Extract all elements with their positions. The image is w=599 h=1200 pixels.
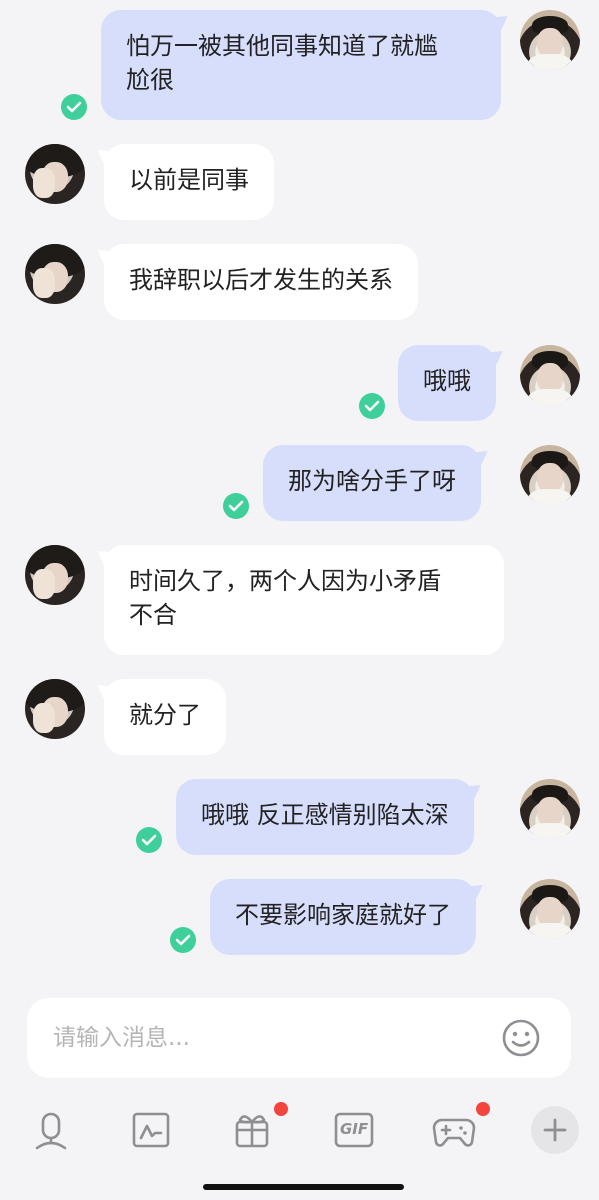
read-check-icon	[136, 827, 162, 853]
message-bubble[interactable]: 我辞职以后才发生的关系	[104, 244, 418, 320]
read-check-icon	[61, 94, 87, 120]
message-row: 我辞职以后才发生的关系	[0, 244, 599, 320]
gif-label: GIF	[340, 1120, 369, 1138]
gift-icon[interactable]	[230, 1102, 288, 1152]
microphone-icon[interactable]	[29, 1108, 73, 1152]
message-row: 哦哦	[0, 345, 599, 421]
message-input[interactable]	[53, 1018, 493, 1058]
gamepad-icon[interactable]	[432, 1102, 490, 1152]
message-row: 以前是同事	[0, 144, 599, 220]
read-check-icon	[223, 493, 249, 519]
message-row: 哦哦 反正感情别陷太深	[0, 779, 599, 855]
contact-avatar[interactable]	[25, 244, 85, 304]
contact-avatar[interactable]	[25, 545, 85, 605]
emoji-icon[interactable]	[501, 1018, 541, 1058]
message-bubble[interactable]: 不要影响家庭就好了	[210, 879, 476, 955]
message-bubble[interactable]: 时间久了，两个人因为小矛盾 不合	[104, 545, 504, 655]
message-row: 就分了	[0, 679, 599, 755]
image-icon[interactable]	[129, 1108, 173, 1152]
message-bubble[interactable]: 那为啥分手了呀	[263, 445, 481, 521]
chat-messages: 怕万一被其他同事知道了就尴 尬很 以前是同事 我辞职以后才发生的关系 哦哦 那为…	[0, 0, 599, 990]
contact-avatar[interactable]	[25, 144, 85, 204]
self-avatar[interactable]	[520, 779, 580, 839]
read-check-icon	[170, 927, 196, 953]
message-bubble[interactable]: 以前是同事	[104, 144, 274, 220]
self-avatar[interactable]	[520, 445, 580, 505]
gamepad-badge	[476, 1102, 490, 1116]
message-row: 那为啥分手了呀	[0, 445, 599, 521]
bottom-toolbar: GIF	[0, 1098, 599, 1168]
gif-icon[interactable]: GIF	[332, 1108, 376, 1152]
self-avatar[interactable]	[520, 10, 580, 70]
message-row: 怕万一被其他同事知道了就尴 尬很	[0, 10, 599, 122]
message-bubble[interactable]: 哦哦 反正感情别陷太深	[176, 779, 474, 855]
home-indicator[interactable]	[203, 1184, 404, 1190]
message-bubble[interactable]: 怕万一被其他同事知道了就尴 尬很	[101, 10, 501, 120]
plus-icon[interactable]	[531, 1106, 579, 1154]
message-row: 不要影响家庭就好了	[0, 879, 599, 955]
message-bubble[interactable]: 哦哦	[398, 345, 496, 421]
contact-avatar[interactable]	[25, 679, 85, 739]
message-composer	[27, 998, 571, 1078]
message-row: 时间久了，两个人因为小矛盾 不合	[0, 545, 599, 655]
self-avatar[interactable]	[520, 345, 580, 405]
message-bubble[interactable]: 就分了	[104, 679, 226, 755]
gift-badge	[274, 1102, 288, 1116]
self-avatar[interactable]	[520, 879, 580, 939]
read-check-icon	[359, 393, 385, 419]
